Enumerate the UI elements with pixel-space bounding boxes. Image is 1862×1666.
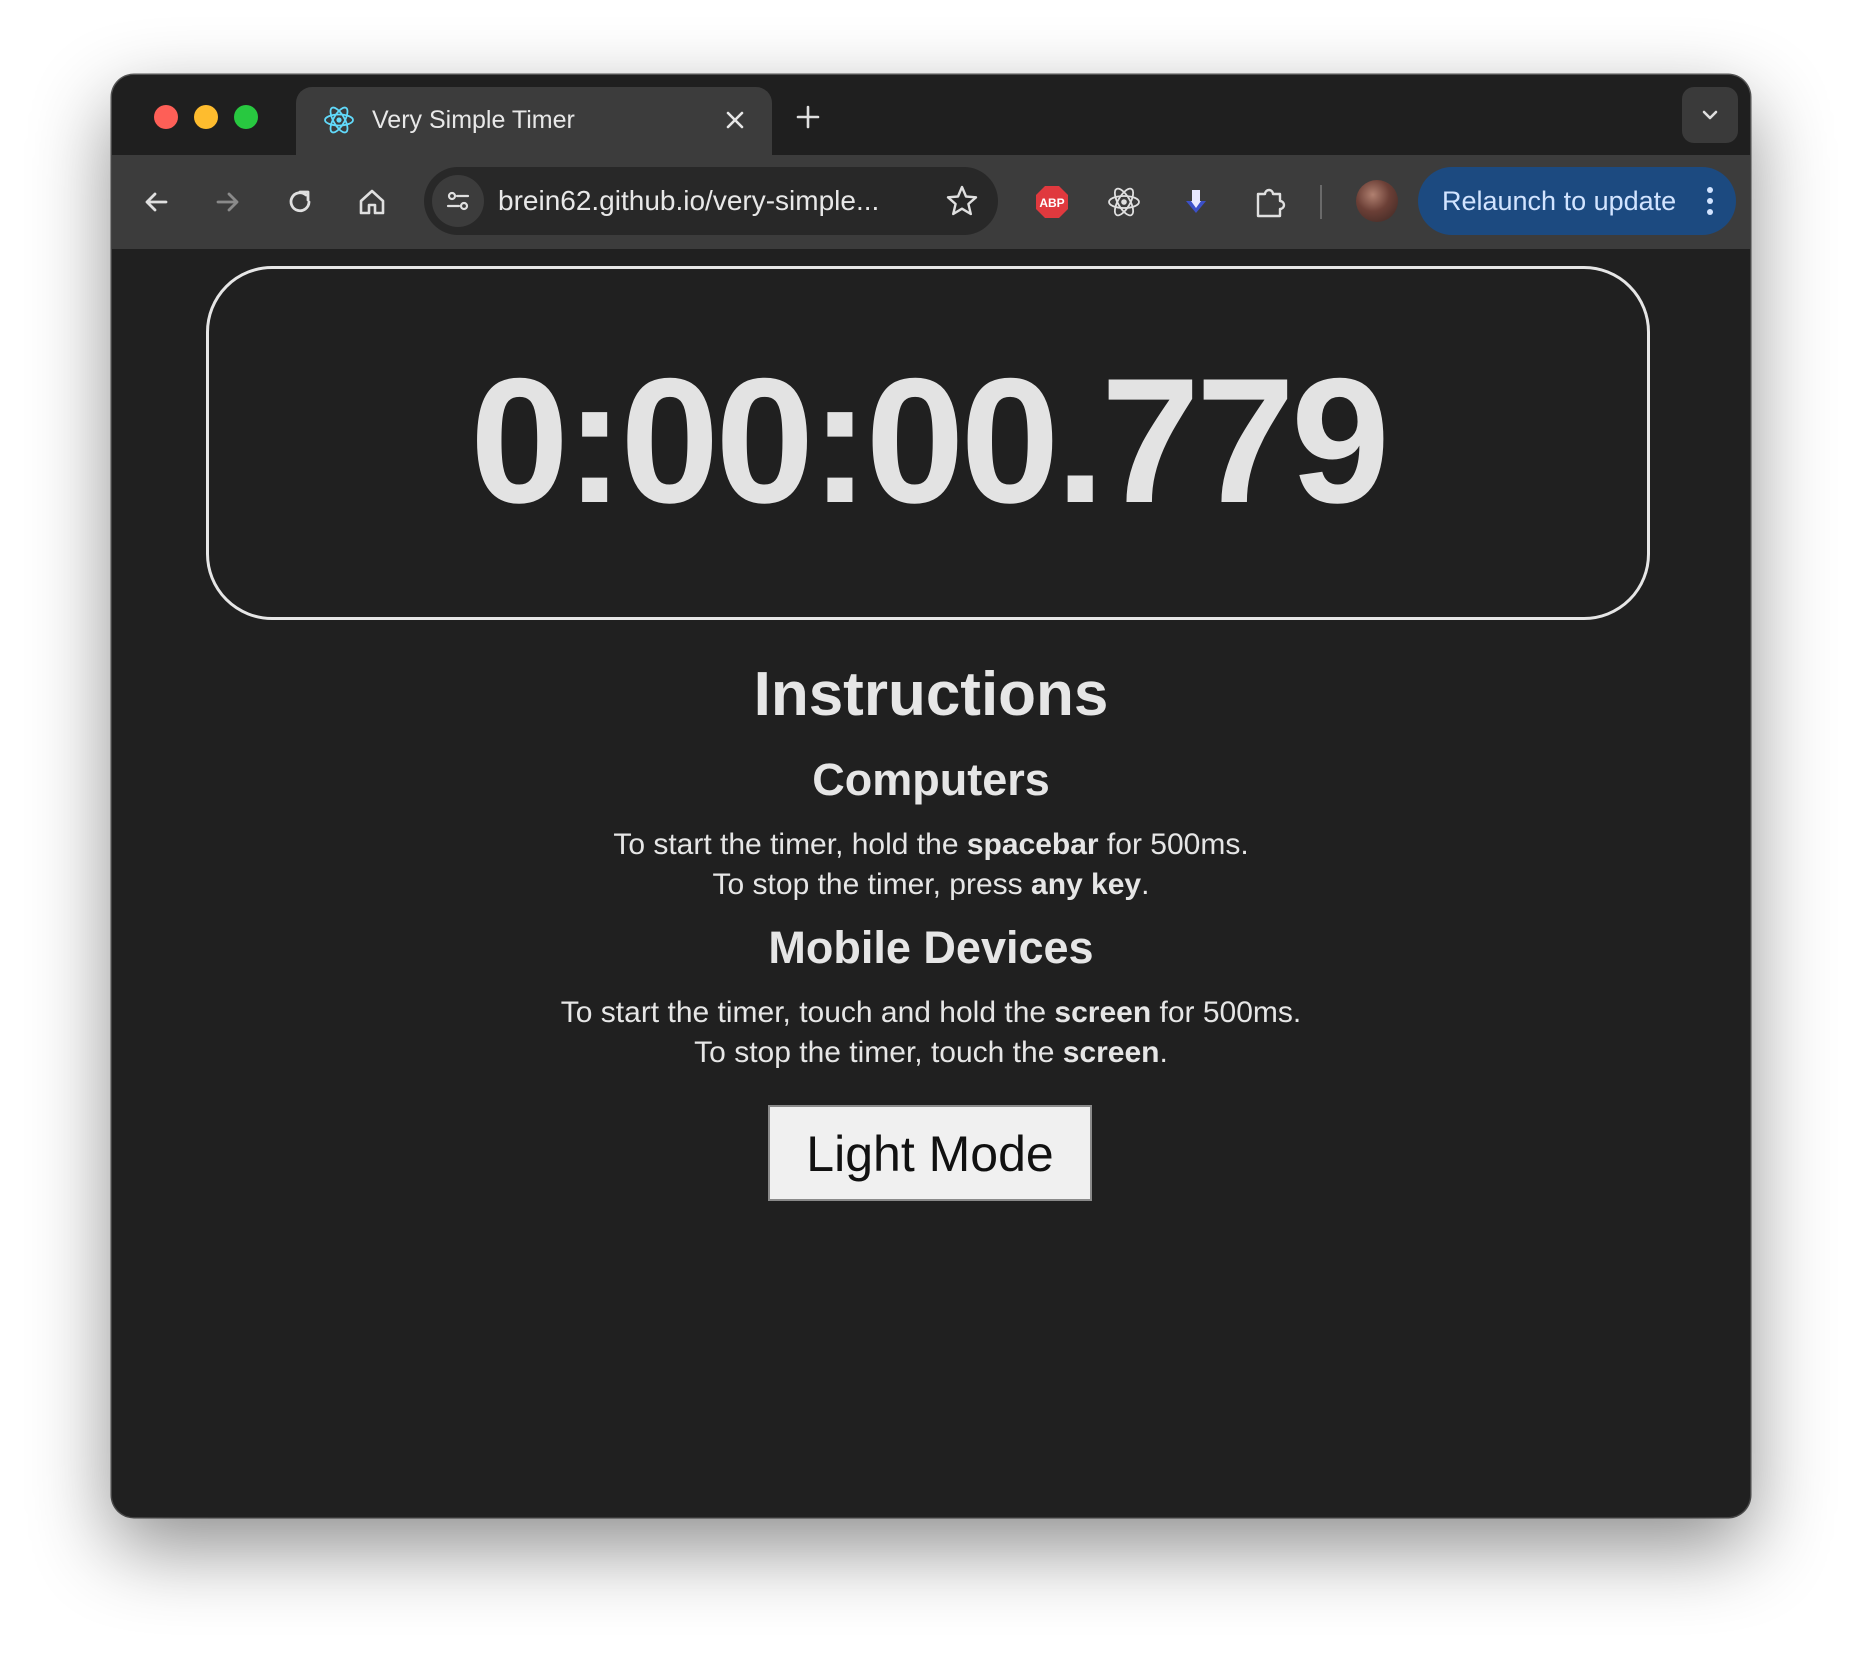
reload-button[interactable] bbox=[276, 178, 324, 226]
mobile-stop-instruction: To stop the timer, touch the screen. bbox=[694, 1036, 1168, 1069]
tab-search-button[interactable] bbox=[1682, 87, 1738, 143]
arrow-left-icon bbox=[145, 192, 168, 212]
light-mode-button[interactable]: Light Mode bbox=[768, 1105, 1092, 1201]
mobile-start-instruction: To start the timer, touch and hold the s… bbox=[560, 996, 1302, 1029]
chevron-down-icon bbox=[1702, 110, 1718, 120]
bookmark-star-icon[interactable] bbox=[944, 183, 980, 219]
profile-avatar[interactable] bbox=[1356, 180, 1398, 222]
relaunch-to-update-button[interactable]: Relaunch to update bbox=[1418, 167, 1736, 235]
relaunch-label: Relaunch to update bbox=[1442, 186, 1677, 216]
puzzle-extensions-icon[interactable] bbox=[1246, 178, 1294, 226]
download-arrow-icon[interactable] bbox=[1172, 178, 1220, 226]
more-vert-icon[interactable] bbox=[1704, 183, 1716, 219]
computers-start-instruction: To start the timer, hold the spacebar fo… bbox=[613, 828, 1249, 861]
home-icon bbox=[359, 189, 385, 215]
close-window-button[interactable] bbox=[154, 105, 178, 129]
maximize-window-button[interactable] bbox=[234, 105, 258, 129]
mobile-devices-heading: Mobile Devices bbox=[768, 922, 1094, 973]
page-content: 0:00:00.779 Instructions Computers To st… bbox=[112, 249, 1750, 1517]
new-tab-icon[interactable] bbox=[788, 97, 828, 137]
tab-strip: Very Simple Timer bbox=[112, 75, 1750, 155]
tab-title: Very Simple Timer bbox=[372, 106, 575, 134]
instructions-heading: Instructions bbox=[753, 660, 1109, 729]
close-tab-icon[interactable] bbox=[718, 103, 752, 137]
computers-stop-instruction: To stop the timer, press any key. bbox=[712, 868, 1150, 901]
adblock-plus-icon[interactable]: ABP bbox=[1028, 178, 1076, 226]
site-info-button[interactable] bbox=[432, 175, 484, 227]
timer-value: 0:00:00.779 bbox=[470, 341, 1390, 540]
computers-heading: Computers bbox=[812, 754, 1050, 805]
address-bar[interactable]: brein62.github.io/very-simple... bbox=[424, 167, 998, 235]
home-button[interactable] bbox=[348, 178, 396, 226]
react-icon bbox=[322, 103, 356, 137]
back-button[interactable] bbox=[132, 178, 180, 226]
react-devtools-icon[interactable] bbox=[1100, 178, 1148, 226]
minimize-window-button[interactable] bbox=[194, 105, 218, 129]
tab-very-simple-timer[interactable]: Very Simple Timer bbox=[296, 87, 772, 155]
url-text: brein62.github.io/very-simple... bbox=[498, 185, 880, 216]
reload-icon bbox=[289, 190, 311, 213]
tune-icon bbox=[446, 191, 470, 211]
toolbar-divider bbox=[1320, 185, 1322, 219]
browser-window: Very Simple Timer brein62.github.io/very… bbox=[112, 75, 1750, 1517]
svg-text:ABP: ABP bbox=[1039, 196, 1064, 210]
forward-button[interactable] bbox=[204, 178, 252, 226]
toolbar: brein62.github.io/very-simple... ABP Rel… bbox=[112, 155, 1750, 249]
timer-display[interactable]: 0:00:00.779 bbox=[206, 266, 1650, 620]
arrow-right-icon bbox=[216, 192, 239, 212]
